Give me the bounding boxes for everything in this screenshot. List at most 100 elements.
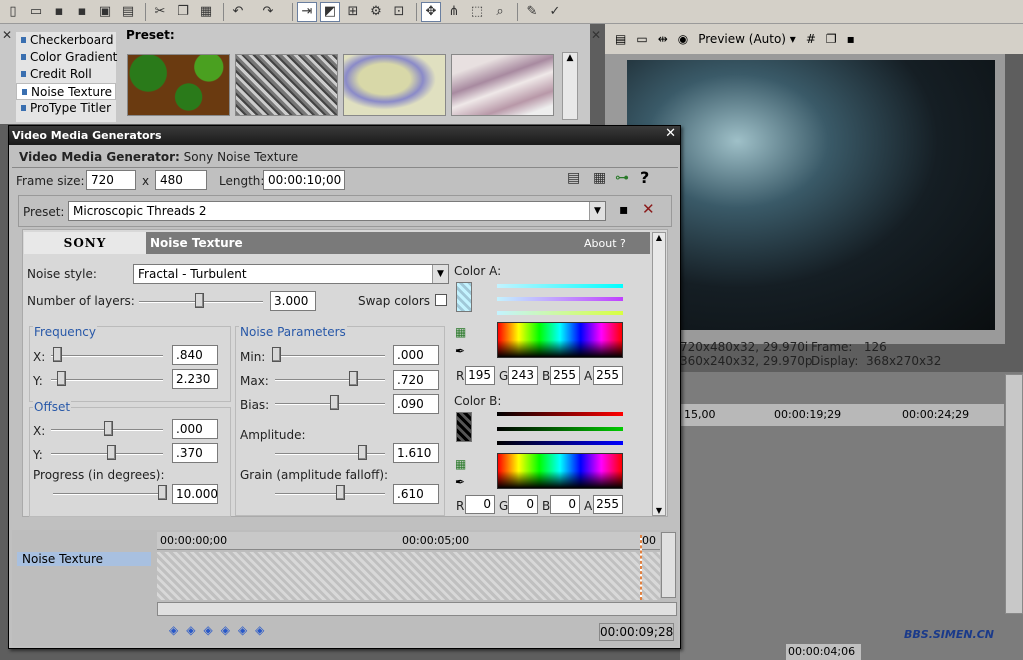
panel-close-icon-2[interactable]: ✕ (591, 28, 601, 42)
preset-thumbnail[interactable] (343, 54, 446, 116)
cut-icon[interactable]: ✂ (150, 2, 170, 22)
panel-close-icon[interactable]: ✕ (2, 28, 12, 42)
progress-input[interactable]: 10.000 (172, 484, 218, 504)
preset-thumbnail[interactable] (451, 54, 554, 116)
preview-props-icon[interactable]: ▤ (615, 32, 626, 46)
generator-item[interactable]: Checkerboard (16, 32, 116, 49)
eyedropper-icon[interactable]: ✒ (455, 344, 465, 358)
grain-slider[interactable] (275, 493, 385, 495)
amplitude-slider[interactable] (275, 453, 385, 455)
layers-input[interactable]: 3.000 (270, 291, 316, 311)
copy-icon[interactable]: ❐ (173, 2, 193, 22)
first-keyframe-icon[interactable]: ◈ (169, 623, 178, 637)
about-link[interactable]: About ? (584, 237, 626, 250)
plugin-scrollbar[interactable]: ▲ ▼ (652, 232, 666, 516)
overlay-icon[interactable]: ◉ (678, 32, 688, 46)
save-preset-icon[interactable]: ▪ (619, 202, 629, 218)
frame-width-input[interactable]: 720 (86, 170, 136, 190)
length-input[interactable]: 00:00:10;00 (263, 170, 345, 190)
amplitude-thumb[interactable] (358, 445, 367, 460)
normal-edit-tool-icon[interactable]: ✥ (421, 1, 441, 22)
eyedropper-icon[interactable]: ✒ (455, 475, 465, 489)
preview-quality-select[interactable]: Preview (Auto) ▾ (698, 32, 796, 46)
freq-x-thumb[interactable] (53, 347, 62, 362)
off-y-thumb[interactable] (107, 445, 116, 460)
brush-icon[interactable]: ✎ (522, 2, 542, 22)
generator-item[interactable]: Credit Roll (16, 66, 116, 83)
keyframe-track[interactable] (157, 552, 660, 600)
preset-thumbnail[interactable] (127, 54, 230, 116)
max-thumb[interactable] (349, 371, 358, 386)
color-a-r-input[interactable]: 195 (465, 366, 495, 385)
min-thumb[interactable] (272, 347, 281, 362)
color-a-channel-slider[interactable] (497, 284, 623, 288)
snapping-icon[interactable]: ⇥ (297, 1, 317, 22)
color-a-channel-slider[interactable] (497, 297, 623, 301)
bypass-icon[interactable]: ⊶ (615, 170, 629, 186)
bias-thumb[interactable] (330, 395, 339, 410)
color-a-b-input[interactable]: 255 (550, 366, 580, 385)
color-b-b-input[interactable]: 0 (550, 495, 580, 514)
keyframe-track-label[interactable]: Noise Texture (17, 552, 151, 566)
properties-icon[interactable]: ▦ (593, 170, 606, 186)
freq-x-input[interactable]: .840 (172, 345, 218, 365)
ignore-grouping-icon[interactable]: ⊡ (389, 2, 409, 22)
select-tool-icon[interactable]: ⬚ (467, 2, 487, 22)
keyframe-vscroll[interactable] (661, 532, 676, 598)
progress-thumb[interactable] (158, 485, 167, 500)
off-x-input[interactable]: .000 (172, 419, 218, 439)
undo-icon[interactable]: ↶ (228, 2, 248, 22)
frame-height-input[interactable]: 480 (155, 170, 207, 190)
color-a-swatch[interactable] (456, 282, 472, 312)
layers-slider-thumb[interactable] (195, 293, 204, 308)
last-keyframe-icon[interactable]: ◈ (221, 623, 230, 637)
properties-icon[interactable]: ▤ (118, 2, 138, 22)
zoom-tool-icon[interactable]: ⌕ (490, 2, 510, 22)
generator-item-selected[interactable]: Noise Texture (16, 83, 116, 100)
min-input[interactable]: .000 (393, 345, 439, 365)
auto-ripple-icon[interactable]: ◩ (320, 1, 340, 22)
keyframe-cursor[interactable] (640, 535, 642, 600)
color-palette-icon[interactable]: ▦ (455, 325, 466, 339)
color-b-spectrum[interactable] (497, 453, 623, 489)
color-b-a-input[interactable]: 255 (593, 495, 623, 514)
redo-icon[interactable]: ↷ (251, 2, 285, 22)
preset-select[interactable]: Microscopic Threads 2 ▼ (68, 201, 606, 221)
envelope-tool-icon[interactable]: ⋔ (444, 2, 464, 22)
next-keyframe-icon[interactable]: ◈ (203, 623, 212, 637)
generator-item[interactable]: ProType Titler (16, 100, 116, 117)
render-icon[interactable]: ▣ (95, 2, 115, 22)
color-b-channel-slider[interactable] (497, 441, 623, 445)
gallery-scrollbar[interactable]: ▲ (562, 52, 578, 120)
freq-y-thumb[interactable] (57, 371, 66, 386)
print-icon[interactable]: ▤ (567, 170, 580, 186)
color-palette-icon[interactable]: ▦ (455, 457, 466, 471)
event-fx-icon[interactable]: ⚙ (366, 2, 386, 22)
color-a-channel-slider[interactable] (497, 311, 623, 315)
min-slider[interactable] (275, 355, 385, 357)
color-a-spectrum[interactable] (497, 322, 623, 358)
generator-item[interactable]: Color Gradient (16, 49, 117, 66)
color-b-swatch[interactable] (456, 412, 472, 442)
freq-y-slider[interactable] (51, 379, 163, 381)
save-snapshot-icon[interactable]: ▪ (847, 32, 855, 46)
open-icon[interactable]: ▭ (26, 2, 46, 22)
paste-icon[interactable]: ▦ (196, 2, 216, 22)
grain-input[interactable]: .610 (393, 484, 439, 504)
color-b-g-input[interactable]: 0 (508, 495, 538, 514)
save-as-icon[interactable]: ▪ (72, 2, 92, 22)
delete-preset-icon[interactable]: ✕ (642, 200, 655, 218)
new-icon[interactable]: ▯ (3, 2, 23, 22)
max-slider[interactable] (275, 379, 385, 381)
bias-input[interactable]: .090 (393, 394, 439, 414)
prev-keyframe-icon[interactable]: ◈ (186, 623, 195, 637)
off-x-thumb[interactable] (104, 421, 113, 436)
max-input[interactable]: .720 (393, 370, 439, 390)
delete-keyframe-icon[interactable]: ◈ (255, 623, 264, 637)
timeline-vscroll[interactable] (1005, 374, 1023, 614)
save-icon[interactable]: ▪ (49, 2, 69, 22)
color-b-channel-slider[interactable] (497, 427, 623, 431)
swap-colors-checkbox[interactable] (435, 294, 447, 306)
color-a-g-input[interactable]: 243 (508, 366, 538, 385)
lock-envelopes-icon[interactable]: ⊞ (343, 2, 363, 22)
